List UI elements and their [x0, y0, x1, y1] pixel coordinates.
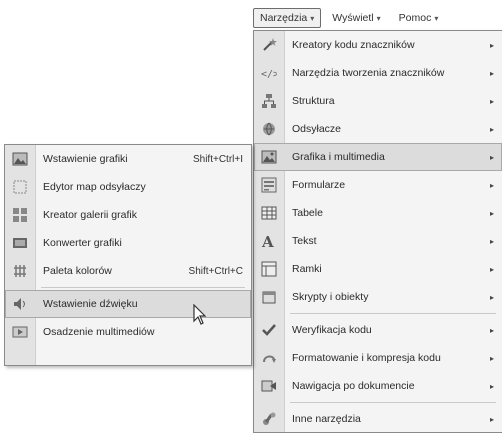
menu-item-tables[interactable]: Tabele ▸: [254, 199, 502, 227]
image-map-icon: [5, 173, 35, 201]
menu-item-label: Nawigacja po dokumencie: [292, 380, 415, 392]
submenu-item-label: Konwerter grafiki: [43, 237, 122, 249]
submenu-arrow-icon: ▸: [489, 236, 494, 246]
menu-item-graphics-multimedia[interactable]: Grafika i multimedia ▸: [254, 143, 502, 171]
menu-item-label: Struktura: [292, 95, 335, 107]
submenu-arrow-icon: ▸: [489, 180, 494, 190]
navigation-icon: [254, 372, 284, 400]
submenu-item-label: Osadzenie multimediów: [43, 326, 155, 338]
menu-item-label: Ramki: [292, 263, 322, 275]
submenu-arrow-icon: ▸: [489, 381, 494, 391]
submenu-item-label: Kreator galerii grafik: [43, 209, 137, 221]
chevron-down-icon: ▾: [376, 13, 381, 23]
menu-item-label: Weryfikacja kodu: [292, 324, 372, 336]
tools-dropdown-menu: Kreatory kodu znaczników ▸ </> Narzędzia…: [253, 30, 502, 433]
structure-icon: [254, 87, 284, 115]
submenu-arrow-icon: ▸: [489, 292, 494, 302]
shortcut-label: Shift+Ctrl+C: [188, 265, 243, 277]
submenu-item-image-converter[interactable]: Konwerter grafiki: [5, 229, 251, 257]
menu-item-label: Grafika i multimedia: [292, 151, 385, 163]
submenu-item-label: Wstawienie grafiki: [43, 153, 128, 165]
wand-icon: [254, 31, 284, 59]
chevron-down-icon: ▾: [310, 13, 315, 23]
menu-item-label: Formatowanie i kompresja kodu: [292, 352, 441, 364]
menu-item-markup-tools[interactable]: </> Narzędzia tworzenia znaczników ▸: [254, 59, 502, 87]
submenu-arrow-icon: ▸: [489, 152, 494, 162]
menu-view-label: Wyświetl: [332, 12, 374, 24]
menu-item-label: Formularze: [292, 179, 346, 191]
menu-view[interactable]: Wyświetl ▾: [325, 8, 387, 28]
format-icon: [254, 344, 284, 372]
submenu-arrow-icon: ▸: [489, 325, 494, 335]
validate-icon: [254, 316, 284, 344]
menu-item-label: Tabele: [292, 207, 323, 219]
menu-item-links[interactable]: Odsyłacze ▸: [254, 115, 502, 143]
frames-icon: [254, 255, 284, 283]
menu-item-markup-wizards[interactable]: Kreatory kodu znaczników ▸: [254, 31, 502, 59]
chevron-down-icon: ▾: [434, 13, 439, 23]
palette-icon: [5, 257, 35, 285]
menu-item-label: Skrypty i obiekty: [292, 291, 369, 303]
menu-item-frames[interactable]: Ramki ▸: [254, 255, 502, 283]
menu-item-label: Tekst: [292, 235, 317, 247]
submenu-item-label: Paleta kolorów: [43, 265, 112, 277]
menu-item-label: Inne narzędzia: [292, 413, 361, 425]
menu-item-other-tools[interactable]: Inne narzędzia ▸: [254, 405, 502, 433]
menu-item-structure[interactable]: Struktura ▸: [254, 87, 502, 115]
shortcut-label: Shift+Ctrl+I: [192, 153, 243, 165]
submenu-item-embed-multimedia[interactable]: Osadzenie multimediów: [5, 318, 251, 346]
insert-image-icon: [5, 145, 35, 173]
menu-item-document-navigation[interactable]: Nawigacja po dokumencie ▸: [254, 372, 502, 400]
table-icon: [254, 199, 284, 227]
svg-text:A: A: [261, 233, 274, 249]
menu-help-label: Pomoc: [398, 12, 432, 24]
menu-item-forms[interactable]: Formularze ▸: [254, 171, 502, 199]
menu-item-scripts-objects[interactable]: Skrypty i obiekty ▸: [254, 283, 502, 311]
multimedia-icon: [5, 318, 35, 346]
graphics-submenu: Wstawienie grafiki Shift+Ctrl+I Edytor m…: [4, 144, 252, 366]
scripts-icon: [254, 283, 284, 311]
submenu-arrow-icon: ▸: [489, 414, 494, 424]
text-icon: A: [254, 227, 284, 255]
submenu-item-insert-image[interactable]: Wstawienie grafiki Shift+Ctrl+I: [5, 145, 251, 173]
link-icon: [254, 115, 284, 143]
menu-item-text[interactable]: A Tekst ▸: [254, 227, 502, 255]
menu-tools-label: Narzędzia: [260, 12, 308, 24]
menu-bar: Narzędzia ▾ Wyświetl ▾ Pomoc ▾: [253, 6, 445, 30]
menu-help[interactable]: Pomoc ▾: [392, 8, 446, 28]
submenu-arrow-icon: ▸: [489, 124, 494, 134]
screen: Narzędzia ▾ Wyświetl ▾ Pomoc ▾ Kreatory …: [0, 0, 502, 433]
menu-item-code-validation[interactable]: Weryfikacja kodu ▸: [254, 316, 502, 344]
form-icon: [254, 171, 284, 199]
image-icon: [254, 143, 284, 171]
other-tools-icon: [254, 405, 284, 433]
markup-tools-icon: </>: [254, 59, 284, 87]
submenu-arrow-icon: ▸: [489, 40, 494, 50]
submenu-arrow-icon: ▸: [489, 264, 494, 274]
submenu-item-label: Edytor map odsyłaczy: [43, 181, 146, 193]
submenu-arrow-icon: ▸: [489, 353, 494, 363]
menu-item-label: Narzędzia tworzenia znaczników: [292, 67, 445, 79]
svg-text:</>: </>: [261, 69, 277, 80]
submenu-arrow-icon: ▸: [489, 68, 494, 78]
converter-icon: [5, 229, 35, 257]
sound-icon: [5, 290, 35, 318]
mouse-pointer-icon: [193, 304, 207, 325]
submenu-item-insert-sound[interactable]: Wstawienie dźwięku: [5, 290, 251, 318]
menu-separator: [290, 402, 496, 403]
submenu-item-image-map-editor[interactable]: Edytor map odsyłaczy: [5, 173, 251, 201]
submenu-arrow-icon: ▸: [489, 208, 494, 218]
gallery-icon: [5, 201, 35, 229]
menu-tools[interactable]: Narzędzia ▾: [253, 8, 322, 28]
menu-separator: [41, 287, 245, 288]
submenu-item-color-palette[interactable]: Paleta kolorów Shift+Ctrl+C: [5, 257, 251, 285]
menu-separator: [290, 313, 496, 314]
submenu-item-gallery-wizard[interactable]: Kreator galerii grafik: [5, 201, 251, 229]
menu-item-format-compress[interactable]: Formatowanie i kompresja kodu ▸: [254, 344, 502, 372]
submenu-arrow-icon: ▸: [489, 96, 494, 106]
menu-item-label: Kreatory kodu znaczników: [292, 39, 415, 51]
menu-item-label: Odsyłacze: [292, 123, 342, 135]
